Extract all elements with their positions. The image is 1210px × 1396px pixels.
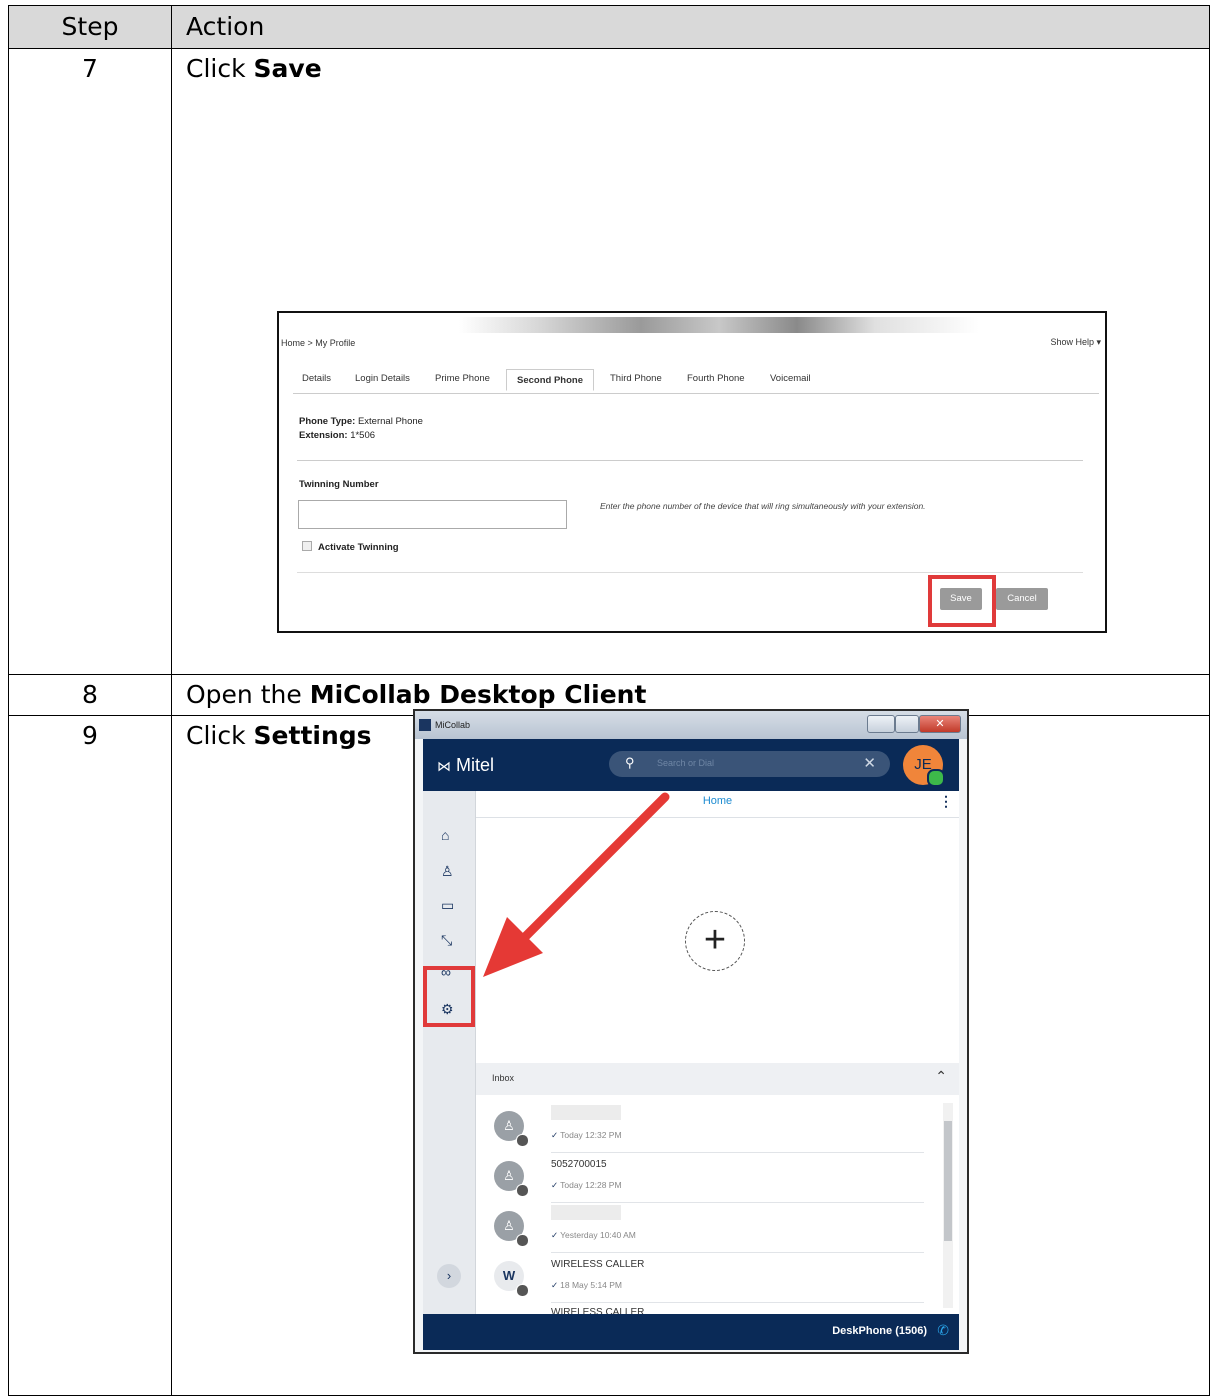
divider (297, 572, 1083, 573)
extension-value: 1*506 (350, 430, 376, 441)
show-help-toggle[interactable]: Show Help ▾ (1050, 337, 1101, 348)
header-action: Action (171, 5, 1210, 49)
twinning-number-label: Twinning Number (299, 479, 379, 490)
save-highlight-box (928, 575, 996, 627)
step-number: 7 (8, 48, 172, 675)
phone-type-value: External Phone (357, 416, 423, 427)
activate-twinning-checkbox[interactable] (302, 541, 312, 551)
phone-type-label: Phone Type: (299, 416, 356, 427)
tab-second-phone[interactable]: Second Phone (506, 369, 594, 391)
arrow-shaft (502, 792, 670, 960)
tab-fourth-phone[interactable]: Fourth Phone (687, 373, 745, 384)
twinning-number-input[interactable] (298, 500, 567, 529)
cancel-button[interactable]: Cancel (996, 588, 1048, 610)
tab-login-details[interactable]: Login Details (355, 373, 410, 384)
activate-twinning-label: Activate Twinning (318, 542, 399, 553)
instruction-arrow (483, 792, 670, 977)
banner-image (279, 313, 1105, 333)
tab-prime-phone[interactable]: Prime Phone (435, 373, 490, 384)
tab-details[interactable]: Details (302, 373, 331, 384)
profile-tabs: Details Login Details Prime Phone Second… (293, 369, 1099, 394)
banner-photo (459, 317, 979, 333)
header-step: Step (8, 5, 172, 49)
divider (297, 460, 1083, 461)
step-number: 8 (8, 674, 172, 716)
micollab-screenshot: MiCollab ✕ ⋈ Mitel ⚲ Search or Dial ✕ JE… (413, 709, 969, 1354)
tab-third-phone[interactable]: Third Phone (610, 373, 662, 384)
tab-voicemail[interactable]: Voicemail (770, 373, 811, 384)
twinning-hint: Enter the phone number of the device tha… (600, 501, 926, 511)
phone-info: Phone Type: External Phone Extension: 1*… (299, 415, 423, 443)
extension-label: Extension: (299, 430, 348, 441)
table-header-row: Step Action (8, 5, 1210, 49)
breadcrumb[interactable]: Home > My Profile (281, 338, 355, 348)
step-number: 9 (8, 715, 172, 1396)
profile-screenshot: Home > My Profile Show Help ▾ Details Lo… (277, 311, 1107, 633)
